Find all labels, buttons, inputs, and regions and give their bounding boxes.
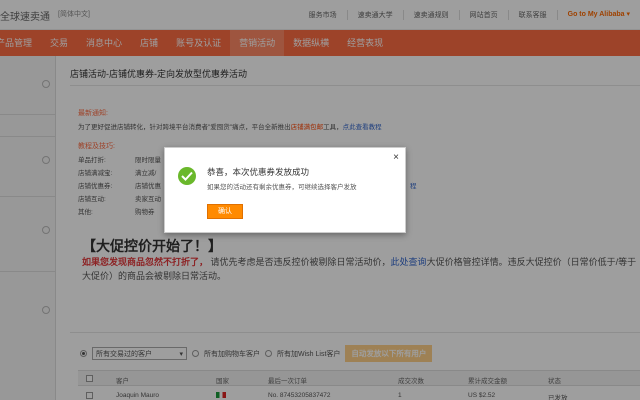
success-check-icon [178,167,196,185]
dialog-title: 恭喜，本次优惠券发放成功 [207,167,310,177]
success-dialog: × 恭喜，本次优惠券发放成功 如果您的活动还有剩余优惠券，可继续选择客户发放 确… [164,147,406,233]
close-icon[interactable]: × [393,152,399,163]
dialog-message: 如果您的活动还有剩余优惠券，可继续选择客户发放 [207,184,357,191]
confirm-button[interactable]: 确认 [207,204,243,219]
